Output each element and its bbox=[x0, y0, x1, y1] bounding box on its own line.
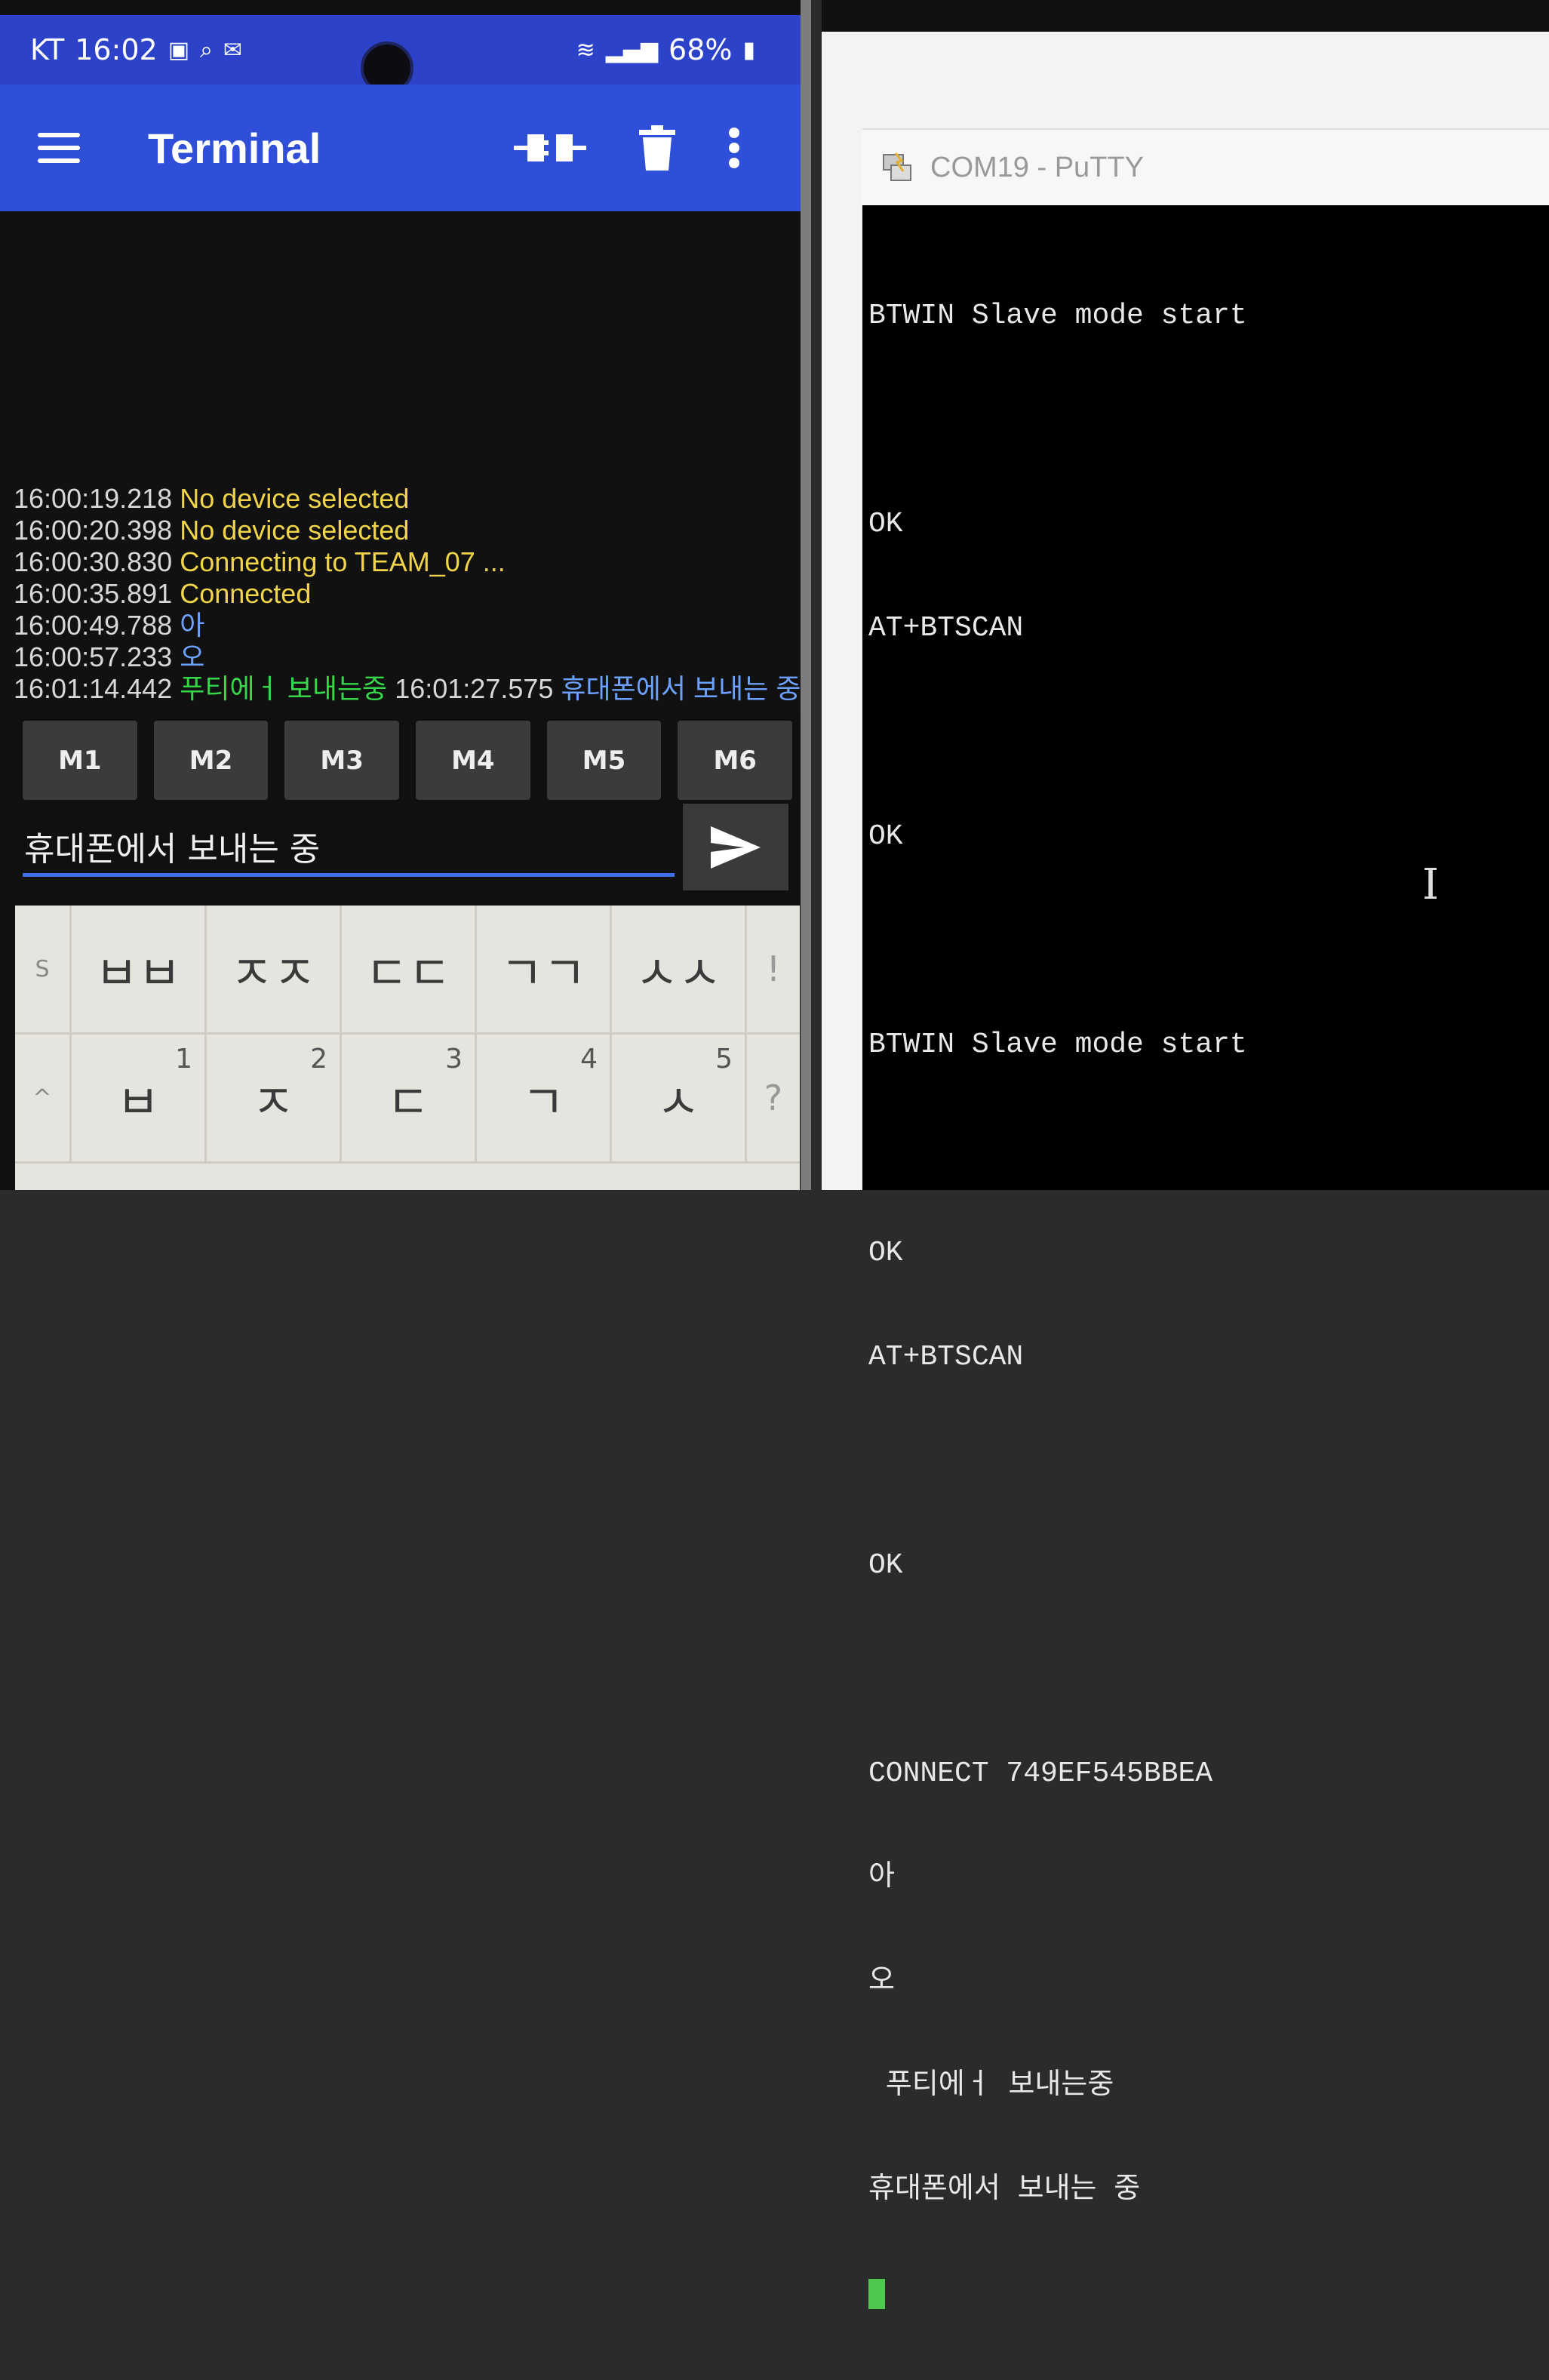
log-line: 16:01:14.442 푸티에ㅓ 보내는중 16:01:27.575 휴대폰에… bbox=[14, 673, 801, 704]
keyboard-row: S ㅂㅂ ㅈㅈ ㄷㄷ ㄱㄱ ㅅㅅ ! bbox=[15, 906, 800, 1035]
search-notification-icon: ⌕ bbox=[200, 36, 213, 63]
message-input[interactable] bbox=[23, 819, 675, 877]
delete-icon[interactable] bbox=[639, 125, 675, 171]
console-line: 아 bbox=[868, 1862, 895, 1894]
putty-console[interactable]: BTWIN Slave mode start OK AT+BTSCAN OK B… bbox=[862, 205, 1549, 2380]
log-line: 16:00:49.788 아 bbox=[14, 610, 205, 641]
key-jj[interactable]: ㅈㅈ bbox=[204, 906, 340, 1032]
carrier-label: KT bbox=[30, 33, 65, 66]
keyboard-row: ^ ㅂ1 ㅈ2 ㄷ3 ㄱ4 ㅅ5 ? bbox=[15, 1035, 800, 1164]
macro-button-m5[interactable]: M5 bbox=[546, 721, 662, 800]
key-exclamation[interactable]: ! bbox=[745, 906, 800, 1032]
ibeam-cursor-icon: I bbox=[1422, 860, 1440, 909]
console-line: CONNECT 749EF545BBEA bbox=[868, 1757, 1213, 1790]
connect-icon[interactable] bbox=[514, 127, 586, 169]
macro-button-m6[interactable]: M6 bbox=[678, 721, 793, 800]
log-line: 16:00:57.233 오 bbox=[14, 641, 205, 672]
macro-button-m4[interactable]: M4 bbox=[416, 721, 530, 800]
send-icon bbox=[711, 826, 761, 869]
send-button[interactable] bbox=[683, 804, 788, 890]
console-line: 휴대폰에서 보내는 중 bbox=[868, 2174, 1141, 2206]
wifi-icon: ≋ bbox=[576, 36, 595, 63]
console-line: OK bbox=[868, 1549, 903, 1582]
terminal-log[interactable]: 16:00:19.218 No device selected 16:00:20… bbox=[0, 211, 801, 713]
console-line: 오 bbox=[868, 1966, 895, 1998]
log-line: 16:00:30.830 Connecting to TEAM_07 ... bbox=[14, 546, 506, 577]
console-line: OK bbox=[868, 1237, 903, 1269]
keyboard-caret-key[interactable]: ^ bbox=[15, 1035, 69, 1161]
macro-button-m1[interactable]: M1 bbox=[23, 721, 137, 800]
battery-percent: 68% bbox=[668, 33, 733, 66]
console-line: OK bbox=[868, 508, 903, 540]
app-bar: Terminal bbox=[0, 85, 801, 211]
key-question[interactable]: ? bbox=[745, 1035, 800, 1161]
console-line: OK bbox=[868, 820, 903, 853]
log-line: 16:00:20.398 No device selected bbox=[14, 515, 410, 546]
macro-button-m2[interactable]: M2 bbox=[153, 721, 269, 800]
key-gg[interactable]: ㄱㄱ bbox=[475, 906, 610, 1032]
log-line: 16:00:35.891 Connected bbox=[14, 578, 312, 609]
console-line: AT+BTSCAN bbox=[868, 1341, 1024, 1373]
putty-title: COM19 - PuTTY bbox=[930, 151, 1144, 183]
macro-bar: M1 M2 M3 M4 M5 M6 bbox=[23, 721, 793, 800]
soft-keyboard: S ㅂㅂ ㅈㅈ ㄷㄷ ㄱㄱ ㅅㅅ ! ^ ㅂ1 ㅈ2 ㄷ3 ㄱ4 ㅅ5 ? bbox=[15, 906, 800, 1190]
clock: 16:02 bbox=[75, 33, 158, 66]
more-icon[interactable] bbox=[728, 127, 740, 169]
key-j[interactable]: ㅈ2 bbox=[204, 1035, 340, 1161]
app-title: Terminal bbox=[148, 124, 321, 172]
putty-window: COM19 - PuTTY BTWIN Slave mode start OK … bbox=[862, 128, 1549, 2309]
key-g[interactable]: ㄱ4 bbox=[475, 1035, 610, 1161]
phone-screen: KT 16:02 ▣ ⌕ ✉ ≋ ▂▄▆ 68% ▮ Terminal 16:0… bbox=[0, 0, 811, 1190]
monitor-bezel bbox=[822, 0, 1549, 32]
key-d[interactable]: ㄷ3 bbox=[340, 1035, 475, 1161]
send-bar bbox=[15, 804, 792, 896]
putty-app-icon bbox=[883, 152, 911, 181]
putty-titlebar[interactable]: COM19 - PuTTY bbox=[862, 128, 1549, 205]
console-line: AT+BTSCAN bbox=[868, 612, 1024, 644]
key-b[interactable]: ㅂ1 bbox=[69, 1035, 204, 1161]
key-dd[interactable]: ㄷㄷ bbox=[340, 906, 475, 1032]
keyboard-s-key[interactable]: S bbox=[15, 906, 69, 1032]
console-line: 푸티에ㅓ 보내는중 bbox=[868, 2070, 1114, 2102]
signal-icon: ▂▄▆ bbox=[605, 36, 659, 63]
key-bb[interactable]: ㅂㅂ bbox=[69, 906, 204, 1032]
log-line: 16:00:19.218 No device selected bbox=[14, 483, 410, 514]
message-notification-icon: ✉ bbox=[223, 36, 243, 63]
console-line: BTWIN Slave mode start bbox=[868, 300, 1247, 332]
console-line: BTWIN Slave mode start bbox=[868, 1029, 1247, 1061]
battery-icon: ▮ bbox=[742, 36, 755, 63]
text-cursor bbox=[868, 2278, 885, 2309]
console-cursor-line bbox=[868, 2277, 1549, 2312]
notification-icon: ▣ bbox=[168, 36, 190, 63]
macro-button-m3[interactable]: M3 bbox=[284, 721, 400, 800]
key-s[interactable]: ㅅ5 bbox=[610, 1035, 745, 1161]
key-ss[interactable]: ㅅㅅ bbox=[610, 906, 745, 1032]
menu-icon[interactable] bbox=[38, 133, 80, 163]
